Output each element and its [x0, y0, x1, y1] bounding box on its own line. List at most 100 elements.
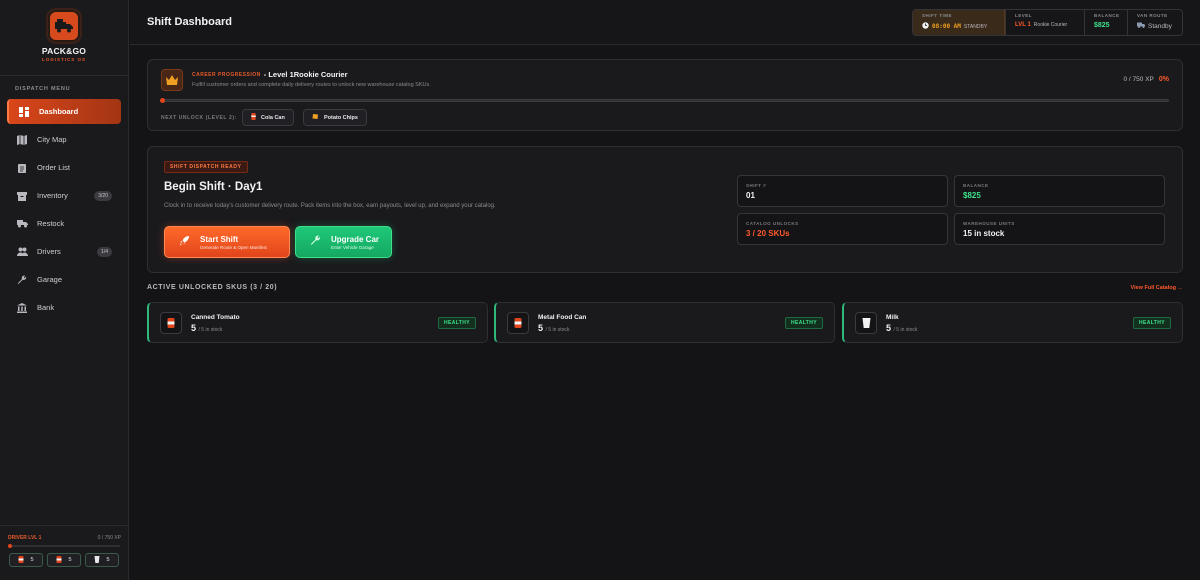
mini-stock-food-can: 5 — [47, 553, 81, 567]
clock-icon — [922, 22, 929, 31]
brand-name: PACK&GO — [41, 46, 87, 56]
catalog-unlocks-label: CATALOG UNLOCKS — [746, 221, 799, 226]
mini-stock-count: 5 — [30, 557, 34, 563]
can-icon — [507, 312, 529, 334]
wrench-icon — [310, 233, 321, 251]
active-skus-heading: ACTIVE UNLOCKED SKUS (3 / 20) — [147, 284, 278, 291]
sku-health-badge: HEALTHY — [1132, 317, 1171, 329]
unlock-item-label: Cola Can — [261, 114, 285, 121]
career-xp: 0 / 750 XP 0% — [1124, 76, 1169, 83]
career-xp-bar — [160, 98, 1169, 103]
sku-count: 5 — [886, 323, 892, 333]
upgrade-car-sublabel: Enter Vehicle Garage — [331, 244, 374, 250]
drivers-count-badge: 1/4 — [97, 247, 112, 257]
sku-count: 5 — [538, 323, 544, 333]
sku-name: Milk — [886, 314, 899, 321]
career-xp-marker — [160, 98, 165, 103]
upgrade-car-label: Upgrade Car — [331, 234, 380, 244]
driver-xp-bar — [8, 544, 120, 548]
unlock-chip-potato-chips[interactable]: Potato Chips — [303, 109, 367, 126]
can-icon — [160, 312, 182, 334]
sku-card-milk[interactable]: Milk 5 / 5 in stock HEALTHY — [842, 302, 1183, 343]
users-icon — [16, 246, 28, 258]
mini-stock-count: 5 — [68, 557, 72, 563]
sidebar-item-city-map[interactable]: City Map — [7, 127, 121, 152]
career-xp-percent: 0% — [1158, 76, 1169, 83]
sidebar-item-label: Drivers — [37, 247, 61, 256]
sku-capacity: / 5 in stock — [545, 327, 570, 333]
start-shift-label: Start Shift — [200, 234, 239, 244]
driver-status: DRIVER LVL 1 0 / 750 XP 5 5 5 — [0, 525, 129, 580]
sku-stock: 5 / 5 in stock — [191, 323, 222, 333]
sku-count: 5 — [191, 323, 197, 333]
shift-time-label: SHIFT TIME — [922, 13, 952, 18]
shift-time: 08:00 AM — [932, 23, 961, 30]
sidebar-item-inventory[interactable]: Inventory 3/20 — [7, 183, 121, 208]
inventory-count-badge: 3/20 — [94, 191, 112, 201]
crown-icon — [161, 69, 183, 91]
warehouse-units-value: 15 in stock — [963, 229, 1005, 238]
start-shift-button[interactable]: Start Shift Generate Route & Open Manife… — [164, 226, 290, 258]
sidebar-item-label: City Map — [37, 135, 67, 144]
mini-stock-tomato: 5 — [9, 553, 43, 567]
shift-number-value: 01 — [746, 191, 755, 200]
career-description: Fulfill customer orders and complete dai… — [192, 82, 431, 88]
wrench-icon — [16, 274, 28, 286]
driver-level: DRIVER LVL 1 — [8, 535, 42, 541]
level-value: LVL 1 — [1015, 22, 1031, 28]
sku-health-badge: HEALTHY — [784, 317, 823, 329]
sidebar-item-label: Restock — [37, 219, 65, 228]
bank-icon — [16, 302, 28, 314]
level-name: Rookie Courier — [1033, 22, 1068, 28]
dispatch-menu: Dashboard City Map Order List Inventory … — [0, 99, 128, 320]
sidebar-item-dashboard[interactable]: Dashboard — [7, 99, 121, 124]
sku-stock: 5 / 5 in stock — [538, 323, 569, 333]
sidebar-item-drivers[interactable]: Drivers 1/4 — [7, 239, 121, 264]
milk-icon — [855, 312, 877, 334]
sidebar-item-restock[interactable]: Restock — [7, 211, 121, 236]
shift-number-stat: SHIFT # 01 — [737, 175, 948, 207]
catalog-unlocks-stat: CATALOG UNLOCKS 3 / 20 SKUs — [737, 213, 948, 245]
level-stat: LEVEL LVL 1 Rookie Courier — [1005, 10, 1084, 35]
inventory-icon — [16, 190, 28, 202]
milk-icon — [94, 555, 100, 565]
header-stats: SHIFT TIME 08:00 AM STANDBY LEVEL LVL 1 … — [912, 9, 1183, 36]
van-route-status: Standby — [1148, 22, 1172, 30]
level-label: LEVEL — [1015, 13, 1033, 18]
career-xp-value: 0 / 750 XP — [1123, 76, 1154, 83]
van-route-stat: VAN ROUTE Standby — [1127, 10, 1182, 35]
view-full-catalog-link[interactable]: View Full Catalog → — [1131, 285, 1183, 291]
can-icon — [56, 555, 62, 565]
sku-card-metal-food-can[interactable]: Metal Food Can 5 / 5 in stock HEALTHY — [494, 302, 835, 343]
clipboard-icon — [16, 162, 28, 174]
shift-balance-stat: BALANCE $825 — [954, 175, 1165, 207]
sidebar-item-order-list[interactable]: Order List — [7, 155, 121, 180]
page-title: Shift Dashboard — [147, 16, 232, 28]
sidebar-item-label: Inventory — [37, 191, 68, 200]
mini-stock-milk: 5 — [85, 553, 119, 567]
truck-icon — [16, 218, 28, 230]
sidebar-item-garage[interactable]: Garage — [7, 267, 121, 292]
sidebar-item-bank[interactable]: Bank — [7, 295, 121, 320]
sku-capacity: / 5 in stock — [893, 327, 918, 333]
van-route-label: VAN ROUTE — [1137, 13, 1168, 18]
sidebar-item-label: Bank — [37, 303, 55, 312]
can-icon — [18, 555, 24, 565]
shift-balance-value: $825 — [963, 191, 981, 200]
cola-can-icon — [251, 113, 256, 122]
balance-stat: BALANCE $825 — [1084, 10, 1127, 35]
sku-name: Metal Food Can — [538, 314, 587, 321]
sku-health-badge: HEALTHY — [437, 317, 476, 329]
career-level: - Level 1Rookie Courier — [263, 70, 348, 79]
shift-description: Clock in to receive today's customer del… — [164, 203, 496, 209]
header: Shift Dashboard SHIFT TIME 08:00 AM STAN… — [130, 0, 1200, 45]
brand-subtitle: LOGISTICS OS — [41, 57, 86, 62]
balance-label: BALANCE — [1094, 13, 1120, 18]
rocket-icon — [179, 233, 190, 251]
sidebar-item-label: Order List — [37, 163, 70, 172]
van-icon — [1137, 22, 1145, 30]
upgrade-car-button[interactable]: Upgrade Car Enter Vehicle Garage — [295, 226, 392, 258]
unlock-chip-cola-can[interactable]: Cola Can — [242, 109, 294, 126]
sku-card-canned-tomato[interactable]: Canned Tomato 5 / 5 in stock HEALTHY — [147, 302, 488, 343]
sidebar-item-label: Dashboard — [39, 107, 79, 116]
